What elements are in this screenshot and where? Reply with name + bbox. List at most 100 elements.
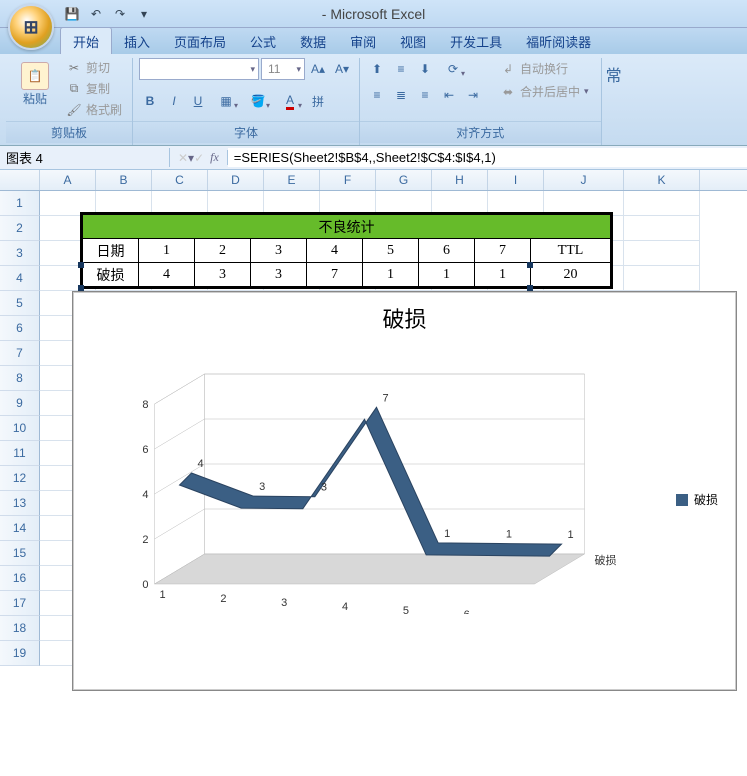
row-header-16[interactable]: 16: [0, 566, 40, 591]
chart-object[interactable]: 破损 0246843371111234567破损 破损: [72, 291, 737, 691]
cut-button[interactable]: ✂剪切: [62, 58, 126, 77]
qat-customize-icon[interactable]: ▾: [134, 4, 154, 24]
row-header-18[interactable]: 18: [0, 616, 40, 641]
table-date-6[interactable]: 7: [475, 239, 531, 263]
table-val-3[interactable]: 7: [307, 263, 363, 287]
cell-K2[interactable]: [624, 216, 700, 241]
row-header-17[interactable]: 17: [0, 591, 40, 616]
table-row2-label[interactable]: 破损: [83, 263, 139, 287]
align-top-icon[interactable]: ⬆: [366, 58, 388, 80]
font-name-dropdown[interactable]: [139, 58, 259, 80]
border-button[interactable]: ▦: [211, 90, 241, 112]
table-date-1[interactable]: 2: [195, 239, 251, 263]
paste-button[interactable]: 📋 粘贴: [12, 58, 58, 111]
align-center-icon[interactable]: ≣: [390, 84, 412, 106]
wrap-text-button[interactable]: ↲自动换行: [494, 58, 595, 79]
enter-formula-icon[interactable]: ✓: [194, 151, 204, 165]
row-header-8[interactable]: 8: [0, 366, 40, 391]
increase-font-icon[interactable]: A▴: [307, 58, 329, 80]
row-header-6[interactable]: 6: [0, 316, 40, 341]
tab-page-layout[interactable]: 页面布局: [162, 28, 238, 54]
name-box-input[interactable]: [0, 148, 188, 167]
row-header-7[interactable]: 7: [0, 341, 40, 366]
tab-insert[interactable]: 插入: [112, 28, 162, 54]
row-header-13[interactable]: 13: [0, 491, 40, 516]
table-date-5[interactable]: 6: [419, 239, 475, 263]
cell-K3[interactable]: [624, 241, 700, 266]
select-all-corner[interactable]: [0, 170, 40, 190]
align-right-icon[interactable]: ≡: [414, 84, 436, 106]
row-header-11[interactable]: 11: [0, 441, 40, 466]
row-header-3[interactable]: 3: [0, 241, 40, 266]
phonetic-button[interactable]: 拼: [307, 90, 329, 112]
row-header-5[interactable]: 5: [0, 291, 40, 316]
increase-indent-icon[interactable]: ⇥: [462, 84, 484, 106]
col-header-B[interactable]: B: [96, 170, 152, 190]
col-header-H[interactable]: H: [432, 170, 488, 190]
table-date-0[interactable]: 1: [139, 239, 195, 263]
col-header-K[interactable]: K: [624, 170, 700, 190]
row-header-2[interactable]: 2: [0, 216, 40, 241]
bold-button[interactable]: B: [139, 90, 161, 112]
row-header-14[interactable]: 14: [0, 516, 40, 541]
tab-view[interactable]: 视图: [388, 28, 438, 54]
decrease-font-icon[interactable]: A▾: [331, 58, 353, 80]
align-left-icon[interactable]: ≡: [366, 84, 388, 106]
save-icon[interactable]: 💾: [62, 4, 82, 24]
table-date-2[interactable]: 3: [251, 239, 307, 263]
cancel-formula-icon[interactable]: ✕: [178, 151, 188, 165]
font-size-dropdown[interactable]: 11: [261, 58, 305, 80]
table-date-3[interactable]: 4: [307, 239, 363, 263]
selection-handle[interactable]: [527, 262, 533, 268]
table-val-2[interactable]: 3: [251, 263, 307, 287]
tab-formulas[interactable]: 公式: [238, 28, 288, 54]
name-box[interactable]: ▾: [0, 148, 170, 167]
col-header-I[interactable]: I: [488, 170, 544, 190]
table-title[interactable]: 不良统计: [83, 215, 611, 239]
row-header-10[interactable]: 10: [0, 416, 40, 441]
copy-button[interactable]: ⧉复制: [62, 79, 126, 98]
row-header-1[interactable]: 1: [0, 191, 40, 216]
table-val-5[interactable]: 1: [419, 263, 475, 287]
col-header-G[interactable]: G: [376, 170, 432, 190]
font-color-button[interactable]: A: [275, 90, 305, 112]
selection-handle[interactable]: [78, 262, 84, 268]
office-button[interactable]: ⊞: [8, 4, 54, 50]
formula-input[interactable]: =SERIES(Sheet2!$B$4,,Sheet2!$C$4:$I$4,1): [228, 148, 747, 167]
table-val-4[interactable]: 1: [363, 263, 419, 287]
fill-color-button[interactable]: 🪣: [243, 90, 273, 112]
chart-title[interactable]: 破损: [73, 292, 736, 344]
format-painter-button[interactable]: 🖌格式刷: [62, 100, 126, 119]
table-date-7[interactable]: TTL: [531, 239, 611, 263]
row-header-4[interactable]: 4: [0, 266, 40, 291]
col-header-E[interactable]: E: [264, 170, 320, 190]
row-header-12[interactable]: 12: [0, 466, 40, 491]
chart-legend[interactable]: 破损: [676, 491, 718, 508]
tab-data[interactable]: 数据: [288, 28, 338, 54]
underline-button[interactable]: U: [187, 90, 209, 112]
row-header-15[interactable]: 15: [0, 541, 40, 566]
table-val-1[interactable]: 3: [195, 263, 251, 287]
cell-K1[interactable]: [624, 191, 700, 216]
col-header-J[interactable]: J: [544, 170, 624, 190]
fx-icon[interactable]: fx: [210, 150, 219, 165]
chart-plot-area[interactable]: 0246843371111234567破损: [113, 364, 616, 614]
tab-dev-tools[interactable]: 开发工具: [438, 28, 514, 54]
table-val-6[interactable]: 1: [475, 263, 531, 287]
decrease-indent-icon[interactable]: ⇤: [438, 84, 460, 106]
tab-foxit[interactable]: 福昕阅读器: [514, 28, 603, 54]
col-header-A[interactable]: A: [40, 170, 96, 190]
undo-icon[interactable]: ↶: [86, 4, 106, 24]
col-header-C[interactable]: C: [152, 170, 208, 190]
table-row1-label[interactable]: 日期: [83, 239, 139, 263]
cell-K4[interactable]: [624, 266, 700, 291]
tab-review[interactable]: 审阅: [338, 28, 388, 54]
orientation-icon[interactable]: ⟳: [438, 58, 468, 80]
table-date-4[interactable]: 5: [363, 239, 419, 263]
align-bottom-icon[interactable]: ⬇: [414, 58, 436, 80]
row-header-9[interactable]: 9: [0, 391, 40, 416]
row-header-19[interactable]: 19: [0, 641, 40, 666]
align-middle-icon[interactable]: ≡: [390, 58, 412, 80]
col-header-D[interactable]: D: [208, 170, 264, 190]
col-header-F[interactable]: F: [320, 170, 376, 190]
